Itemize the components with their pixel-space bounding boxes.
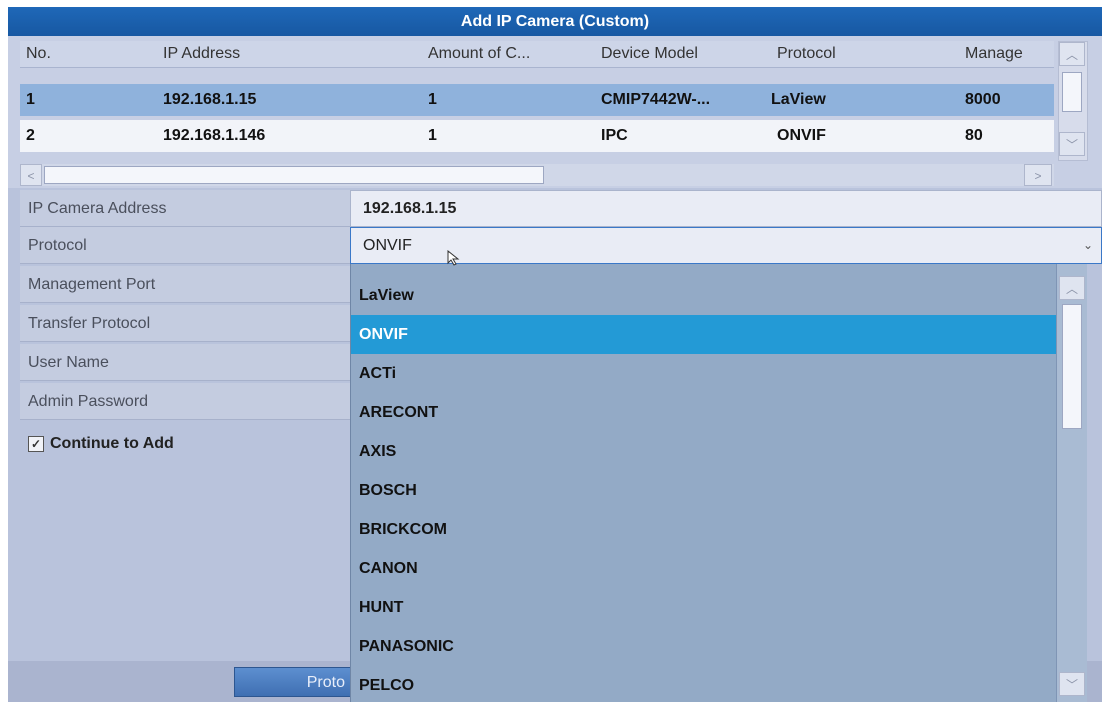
cell-device-model: IPC (601, 127, 628, 144)
table-scroll-thumb[interactable] (1062, 72, 1082, 112)
cell-no: 1 (26, 91, 35, 108)
dropdown-scroll-thumb[interactable] (1062, 304, 1082, 429)
chevron-down-icon[interactable]: ﹀ (1059, 672, 1085, 696)
table-horizontal-scrollbar[interactable]: < > (20, 164, 1054, 186)
dropdown-option[interactable]: PELCO (351, 666, 1056, 702)
table-row[interactable]: 1 192.168.1.15 1 CMIP7442W-... LaView 80… (20, 84, 1054, 116)
checkmark-icon[interactable]: ✓ (28, 435, 44, 452)
col-header-ip-address[interactable]: IP Address (163, 41, 393, 67)
ip-camera-address-label: IP Camera Address (20, 190, 350, 227)
dropdown-option[interactable]: BOSCH (351, 471, 1056, 510)
ip-camera-address-input[interactable]: 192.168.1.15 (350, 190, 1102, 227)
cell-ip-address: 192.168.1.146 (163, 127, 266, 144)
cell-protocol: ONVIF (777, 127, 826, 144)
cell-protocol: LaView (771, 91, 826, 108)
cell-management-port: 80 (965, 127, 983, 144)
chevron-up-icon[interactable]: ︿ (1059, 276, 1085, 300)
chevron-down-icon[interactable]: ﹀ (1059, 132, 1085, 156)
table-vertical-scrollbar[interactable]: ︿ ﹀ (1058, 41, 1088, 161)
chevron-right-icon[interactable]: > (1024, 164, 1052, 186)
dropdown-option[interactable]: AXIS (351, 432, 1056, 471)
dialog-title: Add IP Camera (Custom) (8, 7, 1102, 36)
table-hscroll-thumb[interactable] (44, 166, 544, 184)
protocol-button[interactable]: Proto (234, 667, 354, 697)
table-row[interactable]: 2 192.168.1.146 1 IPC ONVIF 80 (20, 120, 1054, 152)
dropdown-option[interactable]: ACTi (351, 354, 1056, 393)
chevron-left-icon[interactable]: < (20, 164, 42, 186)
dropdown-option-selected[interactable]: ONVIF (351, 315, 1056, 354)
continue-to-add-checkbox-row[interactable]: ✓ Continue to Add (28, 432, 174, 456)
cell-amount: 1 (428, 91, 437, 108)
cell-amount: 1 (428, 127, 437, 144)
mouse-cursor-icon (447, 250, 460, 266)
transfer-protocol-label: Transfer Protocol (20, 305, 350, 342)
table-header: No. IP Address Amount of C... Device Mod… (20, 41, 1054, 68)
protocol-dropdown-list[interactable]: LaView ONVIF ACTi ARECONT AXIS BOSCH BRI… (350, 264, 1087, 702)
chevron-up-icon[interactable]: ︿ (1059, 42, 1085, 66)
continue-to-add-label: Continue to Add (50, 435, 174, 452)
dropdown-option[interactable]: LaView (351, 276, 1056, 315)
dropdown-scrollbar[interactable]: ︿ ﹀ (1056, 264, 1087, 702)
cell-ip-address: 192.168.1.15 (163, 91, 257, 108)
protocol-label: Protocol (20, 227, 350, 264)
dropdown-option[interactable]: PANASONIC (351, 627, 1056, 666)
dropdown-option[interactable]: HUNT (351, 588, 1056, 627)
cell-device-model: CMIP7442W-... (601, 91, 711, 108)
admin-password-label: Admin Password (20, 383, 350, 420)
dropdown-option[interactable]: ARECONT (351, 393, 1056, 432)
col-header-amount[interactable]: Amount of C... (428, 41, 588, 67)
dropdown-option[interactable]: CANON (351, 549, 1056, 588)
add-ip-camera-dialog: Add IP Camera (Custom) No. IP Address Am… (8, 7, 1102, 702)
protocol-select-value: ONVIF (363, 237, 412, 254)
cell-management-port: 8000 (965, 91, 1001, 108)
col-header-protocol[interactable]: Protocol (777, 41, 957, 67)
management-port-label: Management Port (20, 266, 350, 303)
camera-table: No. IP Address Amount of C... Device Mod… (8, 36, 1102, 188)
chevron-down-icon: ⌄ (1082, 238, 1093, 252)
col-header-no[interactable]: No. (26, 41, 146, 67)
col-header-management[interactable]: Manage (965, 41, 1053, 67)
user-name-label: User Name (20, 344, 350, 381)
dropdown-option[interactable]: BRICKCOM (351, 510, 1056, 549)
cell-no: 2 (26, 127, 35, 144)
col-header-device-model[interactable]: Device Model (601, 41, 771, 67)
